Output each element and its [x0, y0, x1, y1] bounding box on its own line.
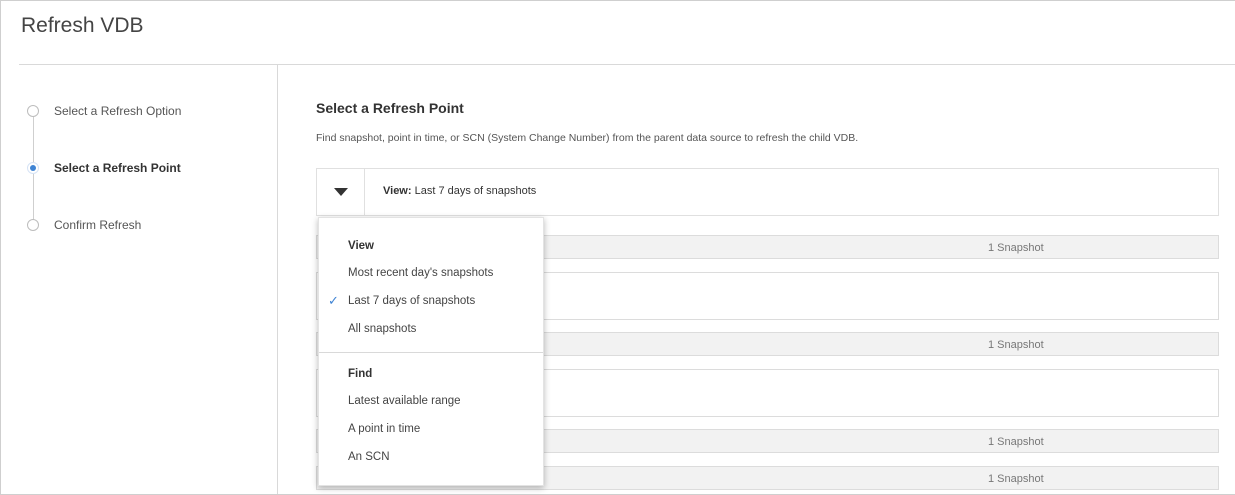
snapshot-count: 1 Snapshot — [988, 339, 1044, 351]
step-select-refresh-point[interactable]: Select a Refresh Point — [27, 161, 181, 175]
menu-item-point-in-time[interactable]: A point in time — [348, 423, 420, 435]
view-dropdown-toggle[interactable] — [317, 169, 365, 215]
menu-item-last-7-days[interactable]: Last 7 days of snapshots — [348, 295, 475, 307]
dialog-title: Refresh VDB — [21, 14, 144, 37]
view-dropdown-menu: View Most recent day's snapshots ✓ Last … — [318, 217, 544, 486]
step-confirm-refresh[interactable]: Confirm Refresh — [27, 218, 141, 232]
view-current-selection: View: Last 7 days of snapshots — [383, 185, 536, 197]
section-heading: Select a Refresh Point — [316, 100, 464, 116]
step-label: Select a Refresh Option — [54, 104, 182, 118]
view-label: View: — [383, 185, 412, 197]
menu-item-all-snapshots[interactable]: All snapshots — [348, 323, 416, 335]
snapshot-count: 1 Snapshot — [988, 473, 1044, 485]
menu-header-view: View — [348, 240, 374, 252]
menu-item-most-recent-day[interactable]: Most recent day's snapshots — [348, 267, 493, 279]
view-selector-bar: View: Last 7 days of snapshots — [316, 168, 1219, 216]
step-active-indicator-icon — [27, 162, 39, 174]
view-value: Last 7 days of snapshots — [414, 185, 537, 197]
step-select-refresh-option[interactable]: Select a Refresh Option — [27, 104, 181, 118]
section-description: Find snapshot, point in time, or SCN (Sy… — [316, 132, 859, 144]
snapshot-count: 1 Snapshot — [988, 242, 1044, 254]
menu-item-scn[interactable]: An SCN — [348, 451, 390, 463]
menu-header-find: Find — [348, 368, 373, 380]
menu-divider — [319, 352, 543, 353]
title-divider — [19, 64, 1235, 65]
step-indicator-icon — [27, 105, 39, 117]
refresh-vdb-dialog: Refresh VDB Select a Refresh Option Sele… — [0, 0, 1235, 495]
step-label: Confirm Refresh — [54, 218, 142, 232]
menu-item-latest-available-range[interactable]: Latest available range — [348, 395, 461, 407]
step-indicator-icon — [27, 219, 39, 231]
caret-down-icon — [333, 188, 348, 196]
snapshot-count: 1 Snapshot — [988, 436, 1044, 448]
step-label: Select a Refresh Point — [54, 161, 181, 175]
sidebar-divider — [277, 65, 278, 494]
checkmark-icon: ✓ — [328, 293, 339, 308]
